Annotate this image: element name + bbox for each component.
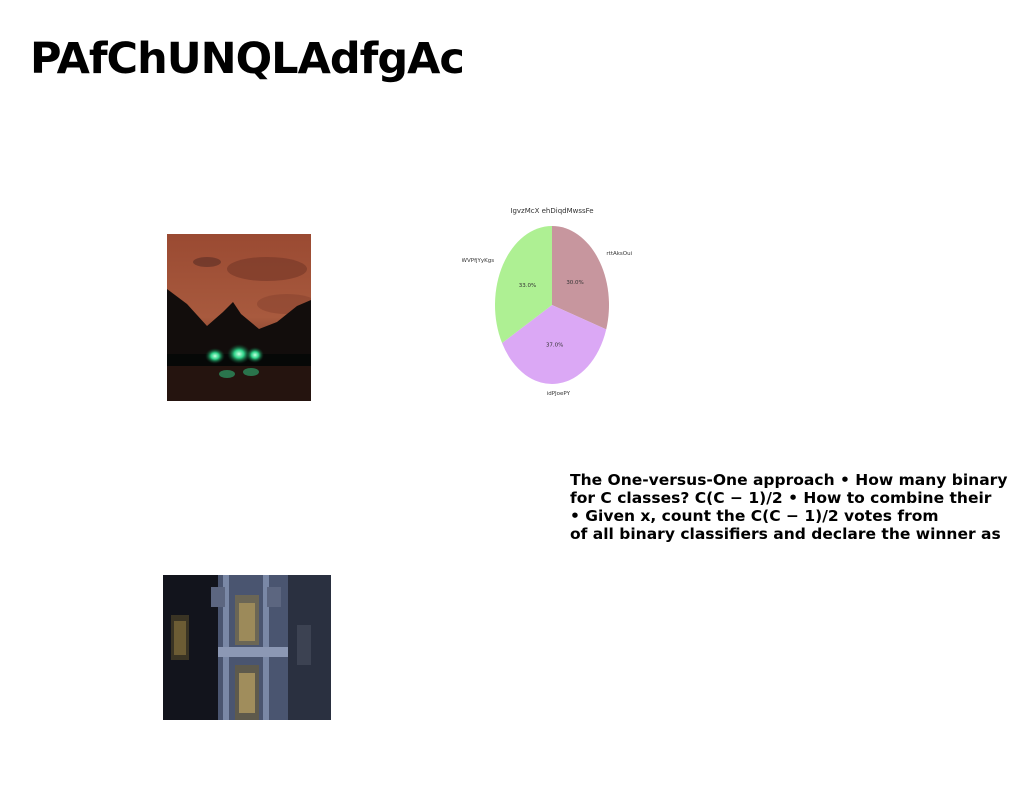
pie-percent-label: 33.0% xyxy=(519,283,536,289)
mountain-lake-image xyxy=(167,234,311,401)
pie-percent-label: 37.0% xyxy=(546,342,563,348)
pie-chart: IgvzMcX ehDiqdMwssFe 30.0% rttAksOui 37.0%… xyxy=(462,207,633,397)
mountain-lake-photo xyxy=(167,234,311,401)
body-text-line: The One-versus-One approach • How many b… xyxy=(570,471,1008,489)
building-facade-photo xyxy=(163,575,331,720)
building-facade-image xyxy=(163,575,331,720)
pie-percent-label: 30.0% xyxy=(566,280,583,286)
pie-category-label: WVPfjYyKgs xyxy=(462,258,494,264)
pie-category-label: rttAksOui xyxy=(606,251,632,257)
body-text-line: • Given x, count the C(C − 1)/2 votes fr… xyxy=(570,507,939,525)
chart-title: IgvzMcX ehDiqdMwssFe xyxy=(510,207,593,215)
body-text-line: for C classes? C(C − 1)/2 • How to combi… xyxy=(570,489,992,507)
body-text-line: of all binary classifiers and declare th… xyxy=(570,525,1001,543)
page-title: PAfChUNQLAdfgAc xyxy=(30,34,465,84)
pie-category-label: idPJoePY xyxy=(547,391,571,397)
body-text-block: The One-versus-One approach • How many b… xyxy=(570,471,1024,543)
